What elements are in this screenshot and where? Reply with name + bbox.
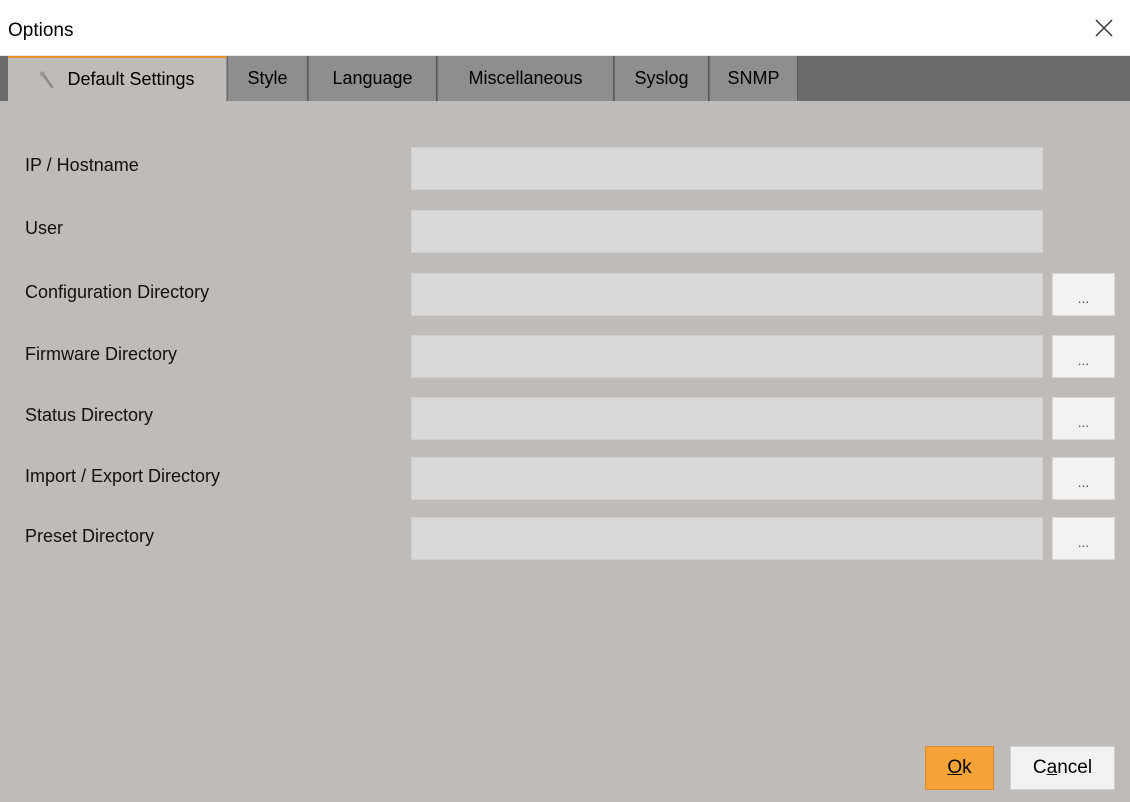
ok-mnemonic: O	[947, 757, 963, 778]
ok-label-rest: k	[962, 757, 972, 778]
status-directory-label: Status Directory	[25, 405, 154, 425]
tab-label: Style	[247, 68, 288, 88]
tab-label: Miscellaneous	[468, 68, 583, 88]
import-export-directory-input[interactable]	[411, 457, 1043, 500]
import-export-directory-browse-button[interactable]: ...	[1052, 457, 1115, 500]
configuration-directory-input[interactable]	[411, 273, 1043, 316]
window-title: Options	[8, 20, 74, 41]
tab-label: SNMP	[727, 68, 780, 88]
wrench-icon	[40, 70, 54, 88]
preset-directory-browse-button[interactable]: ...	[1052, 517, 1115, 560]
status-directory-browse-button[interactable]: ...	[1052, 397, 1115, 440]
tab-bar: Default Settings Style Language Miscella…	[0, 56, 1130, 101]
tab-default-settings[interactable]: Default Settings	[8, 56, 227, 101]
close-icon	[1095, 19, 1113, 37]
tab-syslog[interactable]: Syslog	[615, 56, 709, 101]
ok-button[interactable]: Ok	[925, 746, 994, 790]
preset-directory-label: Preset Directory	[25, 526, 155, 546]
user-input[interactable]	[411, 210, 1043, 253]
configuration-directory-label: Configuration Directory	[25, 282, 210, 302]
cancel-mnemonic: a	[1046, 757, 1058, 778]
cancel-label-rest: ncel	[1057, 757, 1093, 778]
ip-hostname-label: IP / Hostname	[25, 155, 139, 175]
ip-hostname-input[interactable]	[411, 147, 1043, 190]
tab-label: Syslog	[634, 68, 689, 88]
import-export-directory-label: Import / Export Directory	[25, 466, 221, 486]
options-dialog: Options Default Settings Style Language …	[0, 0, 1130, 802]
cancel-button[interactable]: Ca ncel	[1010, 746, 1115, 790]
tab-label: Language	[332, 68, 413, 88]
tab-language[interactable]: Language	[309, 56, 437, 101]
tab-label: Default Settings	[67, 69, 195, 89]
title-bar: Options	[0, 0, 1130, 56]
tab-miscellaneous[interactable]: Miscellaneous	[438, 56, 614, 101]
close-button[interactable]	[1078, 0, 1130, 56]
status-directory-input[interactable]	[411, 397, 1043, 440]
tab-style[interactable]: Style	[228, 56, 308, 101]
cancel-label-prefix: C	[1032, 757, 1047, 778]
preset-directory-input[interactable]	[411, 517, 1043, 560]
firmware-directory-browse-button[interactable]: ...	[1052, 335, 1115, 378]
configuration-directory-browse-button[interactable]: ...	[1052, 273, 1115, 316]
firmware-directory-label: Firmware Directory	[25, 344, 178, 364]
tab-snmp[interactable]: SNMP	[710, 56, 798, 101]
user-label: User	[25, 218, 64, 238]
firmware-directory-input[interactable]	[411, 335, 1043, 378]
